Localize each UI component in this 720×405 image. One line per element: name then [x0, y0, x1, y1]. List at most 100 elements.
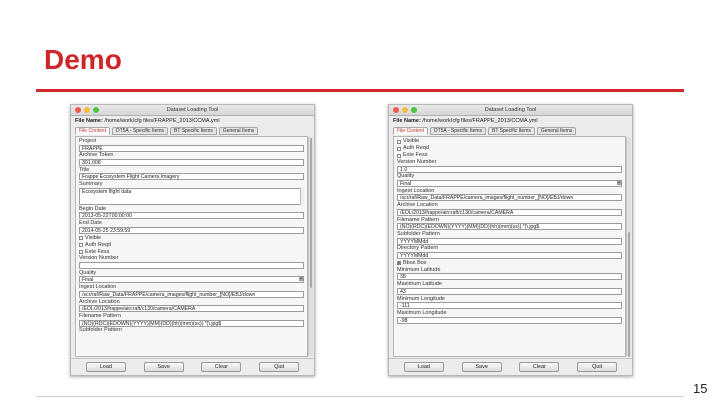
ingest-location-field[interactable]: /scr/raf/Raw_Data/FRAPPE/camera_images/f…	[79, 290, 304, 298]
window-titlebar[interactable]: Dataset Loading Tool	[71, 105, 314, 116]
window-titlebar[interactable]: Dataset Loading Tool	[389, 105, 632, 116]
ingest-location-field[interactable]: /scr/raf/Raw_Data/FRAPPE/camera_images/f…	[397, 194, 622, 202]
subfolder-pattern-label: Subfolder Pattern	[397, 230, 440, 237]
slide-title: Demo	[44, 44, 122, 75]
exte-fess-checkbox-label: Exte Fess	[85, 248, 110, 255]
checkbox-icon	[397, 146, 401, 151]
file-name-value: /home/work/cfg files/FRAPPE_2013/CCMA.ym…	[104, 118, 220, 124]
exte-fess-checkbox-label: Exte Fess	[403, 152, 428, 159]
bbox-checkbox-label: Bbox Box	[403, 260, 427, 267]
form-scrollbar[interactable]	[626, 137, 631, 357]
dataset-tool-window-right: Dataset Loading Tool File Name: /home/wo…	[388, 104, 633, 376]
archive-location-label: Archive Location	[79, 298, 120, 305]
subfolder-pattern-field[interactable]: YYYYMMdd	[397, 237, 622, 245]
max-longitude-field[interactable]: -98	[397, 316, 622, 324]
archive-location-field[interactable]: /EOL/2013/frappe/aircraft/c130/camera/CA…	[397, 208, 622, 216]
quality-select[interactable]: Final	[79, 276, 304, 284]
checkbox-icon	[79, 249, 83, 254]
quality-label: Quality	[397, 173, 415, 180]
file-name-row: File Name: /home/work/cfg files/FRAPPE_2…	[71, 116, 314, 125]
tab-dt5a-specific[interactable]: DT5A - Specific Items	[429, 127, 487, 135]
summary-scrollbar[interactable]	[300, 187, 304, 205]
min-longitude-label: Minimum Longitude	[397, 295, 445, 302]
project-label: Project	[79, 138, 97, 144]
quit-button[interactable]: Quit	[259, 362, 300, 372]
version-field[interactable]	[79, 261, 304, 269]
project-field[interactable]: FRAPPE	[79, 144, 304, 152]
form-scrollbar[interactable]	[308, 137, 313, 356]
visible-checkbox[interactable]: Visible	[397, 138, 622, 145]
begin-date-field[interactable]: 2013-05-22T00:00:00	[79, 212, 304, 220]
filename-pattern-field[interactable]: (NO)(RDC)(EDOWN)(YYYY)(MM)(DD)(hh)(mm)(s…	[397, 223, 622, 231]
directory-pattern-field[interactable]: YYYYMMdd	[397, 251, 622, 259]
exte-fess-checkbox[interactable]: Exte Fess	[79, 248, 304, 255]
tab-file-content[interactable]: File Content	[393, 127, 428, 135]
scrollbar-thumb[interactable]	[310, 138, 312, 288]
title-divider	[36, 89, 684, 92]
button-bar: Load Save Clear Quit	[71, 358, 314, 375]
quality-select[interactable]: Final	[397, 179, 622, 187]
archive-location-field[interactable]: /EOL/2013/frappe/aircraft/c130/camera/CA…	[79, 305, 304, 313]
file-name-label: File Name:	[75, 118, 103, 124]
dataset-tool-window-left: Dataset Loading Tool File Name: /home/wo…	[70, 104, 315, 376]
filename-pattern-field[interactable]: (NO)(RDC)(EDOWN)(YYYY)(MM)(DD)(hh)(mm)(s…	[79, 319, 304, 327]
end-date-field[interactable]: 2014-05-25 23:59:59	[79, 226, 304, 234]
page-number: 15	[693, 381, 708, 396]
tab-bt-specific[interactable]: BT Specific Items	[488, 127, 535, 135]
checkbox-icon	[397, 139, 401, 144]
chevron-down-icon[interactable]: ▾	[299, 277, 303, 282]
clear-button[interactable]: Clear	[519, 362, 560, 372]
tab-bt-specific[interactable]: BT Specific Items	[170, 127, 217, 135]
version-label: Version Number	[397, 159, 437, 165]
tab-dt5a-specific[interactable]: DT5A - Specific Items	[111, 127, 169, 135]
tab-bar: File Content DT5A - Specific Items BT Sp…	[389, 125, 632, 135]
title-field[interactable]: Frappe Ecosystem Flight Camera Imagery	[79, 173, 304, 181]
auth-reqd-checkbox-label: Auth Reqd	[403, 145, 429, 152]
clear-button[interactable]: Clear	[201, 362, 242, 372]
ingest-location-label: Ingest Location	[397, 187, 435, 194]
window-title: Dataset Loading Tool	[166, 107, 219, 113]
checkbox-icon	[79, 235, 83, 240]
scrollbar-thumb[interactable]	[628, 232, 630, 357]
summary-label: Summary	[79, 181, 103, 188]
save-button[interactable]: Save	[461, 362, 502, 372]
begin-date-label: Begin Date	[79, 205, 107, 212]
tab-general-items[interactable]: General Items	[536, 127, 577, 135]
load-button[interactable]: Load	[403, 362, 444, 372]
filename-pattern-label: Filename Pattern	[79, 312, 121, 319]
visible-checkbox-label: Visible	[403, 138, 420, 145]
tab-general-items[interactable]: General Items	[218, 127, 259, 135]
visible-checkbox[interactable]: Visible	[79, 234, 304, 241]
version-label: Version Number	[79, 255, 119, 262]
quality-label: Quality	[79, 269, 97, 276]
max-longitude-label: Maximum Longitude	[397, 309, 447, 316]
checkbox-checked-icon	[397, 261, 401, 266]
tab-file-content[interactable]: File Content	[75, 127, 110, 135]
auth-reqd-checkbox[interactable]: Auth Reqd	[397, 145, 622, 152]
visible-checkbox-label: Visible	[85, 234, 102, 241]
archive-token-field[interactable]: 391,008	[79, 158, 304, 166]
window-title: Dataset Loading Tool	[484, 107, 537, 113]
summary-textarea[interactable]: Ecosystem flight data	[79, 187, 304, 205]
load-button[interactable]: Load	[85, 362, 126, 372]
filename-pattern-label: Filename Pattern	[397, 216, 439, 223]
auth-reqd-checkbox-label: Auth Reqd	[85, 241, 111, 248]
form-pane: Visible Auth Reqd Exte Fess Version Numb…	[393, 136, 626, 357]
file-name-value: /home/work/cfg files/FRAPPE_2013/CCMA.ym…	[422, 118, 538, 124]
end-date-label: End Date	[79, 219, 102, 226]
chevron-down-icon[interactable]: ▾	[617, 180, 621, 185]
auth-reqd-checkbox[interactable]: Auth Reqd	[79, 241, 304, 248]
min-latitude-field[interactable]: 38	[397, 273, 622, 281]
exte-fess-checkbox[interactable]: Exte Fess	[397, 152, 622, 159]
bbox-checkbox[interactable]: Bbox Box	[397, 260, 622, 267]
version-field[interactable]: 1.0	[397, 165, 622, 173]
quit-button[interactable]: Quit	[577, 362, 618, 372]
file-name-label: File Name:	[393, 118, 421, 124]
file-name-row: File Name: /home/work/cfg files/FRAPPE_2…	[389, 116, 632, 125]
save-button[interactable]: Save	[143, 362, 184, 372]
min-longitude-field[interactable]: -111	[397, 302, 622, 310]
footer-divider	[36, 396, 684, 397]
max-latitude-field[interactable]: 43	[397, 287, 622, 295]
subfolder-pattern-label: Subfolder Pattern	[79, 327, 122, 334]
tab-bar: File Content DT5A - Specific Items BT Sp…	[71, 125, 314, 135]
